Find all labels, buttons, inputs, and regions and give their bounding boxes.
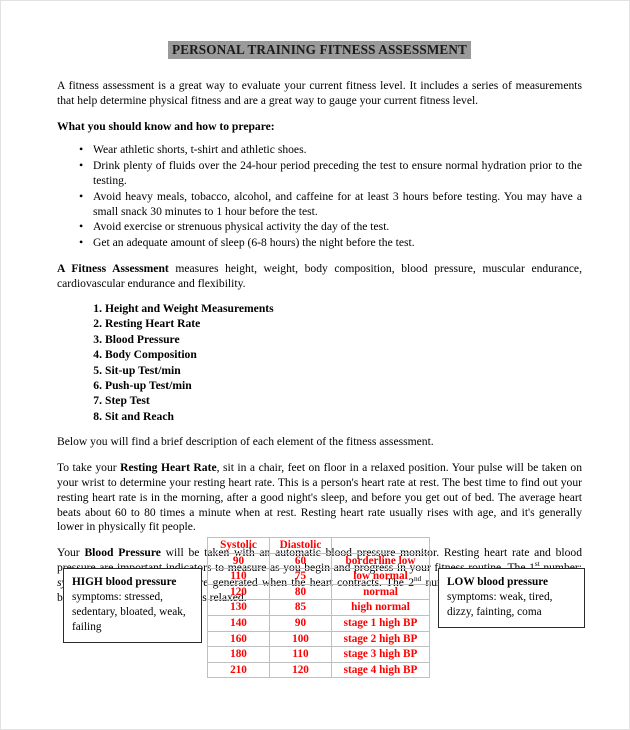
- table-header-row: Systolic Diastolic: [207, 537, 430, 554]
- table-cell: borderline low: [331, 552, 430, 570]
- table-cell: 140: [207, 614, 270, 632]
- high-blood-pressure-box: HIGH blood pressure symptoms: stressed, …: [63, 568, 202, 644]
- prepare-bullet-item: Avoid exercise or strenuous physical act…: [79, 219, 582, 235]
- resting-heart-rate-paragraph: To take your Resting Heart Rate, sit in …: [57, 461, 582, 535]
- table-cell: 120: [269, 661, 332, 679]
- table-row: 180 110 stage 3 high BP: [207, 646, 430, 663]
- below-note-paragraph: Below you will find a brief description …: [57, 435, 434, 449]
- table-cell: 85: [269, 599, 332, 616]
- table-cell: 210: [207, 661, 270, 679]
- assessment-item: Push-up Test/min: [86, 378, 192, 394]
- table-cell: stage 3 high BP: [331, 646, 430, 663]
- table-row: 120 80 normal: [207, 583, 430, 601]
- low-blood-pressure-box: LOW blood pressure symptoms: weak, tired…: [438, 568, 585, 629]
- assessment-item: Sit and Reach: [86, 409, 174, 425]
- table-row: 160 100 stage 2 high BP: [207, 630, 430, 648]
- table-cell: 80: [269, 583, 332, 601]
- table-header-cell: [331, 537, 430, 554]
- intro-paragraph: A fitness assessment is a great way to e…: [57, 79, 582, 108]
- table-cell: 130: [207, 599, 270, 616]
- blood-pressure-reference-band: HIGH blood pressure symptoms: stressed, …: [57, 537, 587, 679]
- table-cell: 120: [207, 583, 270, 601]
- page-title: PERSONAL TRAINING FITNESS ASSESSMENT: [167, 41, 471, 60]
- table-cell: 60: [269, 552, 332, 570]
- table-row: 210 120 stage 4 high BP: [207, 661, 430, 679]
- table-cell: 160: [207, 630, 270, 648]
- table-cell: stage 4 high BP: [331, 661, 430, 679]
- table-header-cell: Systolic: [207, 537, 270, 554]
- table-cell: high normal: [331, 599, 430, 616]
- table-cell: 90: [207, 552, 270, 570]
- rhr-pre: To take your: [57, 461, 121, 475]
- table-cell: stage 2 high BP: [331, 630, 430, 648]
- table-row: 130 85 high normal: [207, 599, 430, 616]
- table-cell: 110: [207, 568, 270, 585]
- assessment-intro-paragraph: A Fitness Assessment measures height, we…: [57, 262, 582, 292]
- blood-pressure-table: Systolic Diastolic 90 60 borderline low 110 7…: [207, 537, 430, 679]
- prepare-bullet-list: Wear athletic shorts, t-shirt and athlet…: [57, 142, 582, 252]
- prepare-bullet-item: Get an adequate amount of sleep (6-8 hou…: [79, 235, 582, 251]
- prepare-bullet-item: Avoid heavy meals, tobacco, alcohol, and…: [79, 189, 582, 220]
- table-row: 140 90 stage 1 high BP: [207, 614, 430, 632]
- prepare-bullet-item: Wear athletic shorts, t-shirt and athlet…: [79, 142, 582, 158]
- assessment-item: Blood Pressure: [86, 332, 180, 348]
- assessment-item: Step Test: [86, 393, 150, 409]
- table-cell: 90: [269, 614, 332, 632]
- prepare-bullet-item: Drink plenty of fluids over the 24-hour …: [79, 158, 582, 189]
- low-bp-text: symptoms: weak, tired, dizzy, fainting, …: [447, 591, 553, 619]
- assessment-numbered-list: Height and Weight Measurements Resting He…: [57, 301, 582, 425]
- table-cell: low normal: [331, 568, 430, 585]
- assessment-item: Sit-up Test/min: [86, 363, 181, 379]
- document-body: PERSONAL TRAINING FITNESS ASSESSMENT A f…: [57, 41, 582, 617]
- table-cell: normal: [331, 583, 430, 601]
- table-cell: 100: [269, 630, 332, 648]
- low-bp-lead: LOW blood pressure: [447, 576, 549, 588]
- document-page: PERSONAL TRAINING FITNESS ASSESSMENT A f…: [0, 0, 630, 730]
- high-bp-text: symptoms: stressed, sedentary, bloated, …: [72, 591, 186, 634]
- table-cell: 110: [269, 646, 332, 663]
- table-cell: stage 1 high BP: [331, 614, 430, 632]
- page-title-wrapper: PERSONAL TRAINING FITNESS ASSESSMENT: [57, 41, 582, 60]
- assessment-item: Height and Weight Measurements: [86, 301, 274, 317]
- table-cell: 75: [269, 568, 332, 585]
- rhr-bold-term: Resting Heart Rate: [120, 461, 217, 475]
- high-bp-lead: HIGH blood pressure: [72, 576, 177, 588]
- table-header-cell: Diastolic: [269, 537, 332, 554]
- table-cell: 180: [207, 646, 270, 663]
- assessment-item: Body Composition: [86, 347, 197, 363]
- table-row: 110 75 low normal: [207, 568, 430, 585]
- assessment-intro-bold: A Fitness Assessment: [57, 262, 169, 276]
- table-row: 90 60 borderline low: [207, 552, 430, 570]
- prepare-heading: What you should know and how to prepare:: [57, 119, 275, 133]
- assessment-item: Resting Heart Rate: [86, 316, 201, 332]
